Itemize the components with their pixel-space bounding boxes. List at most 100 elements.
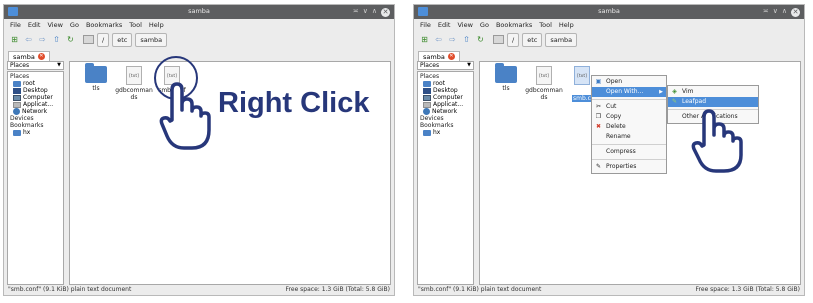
- maximize-icon[interactable]: ∧: [782, 6, 787, 17]
- shade-icon[interactable]: ≍: [763, 6, 769, 17]
- submenu-item-vim[interactable]: ◈ Vim: [668, 87, 758, 97]
- cut-icon: ✂: [595, 103, 602, 110]
- file-item-tls[interactable]: tls: [486, 63, 526, 92]
- sidebar-mode-select[interactable]: Places ▼: [7, 61, 64, 70]
- tab-samba[interactable]: samba ✕: [8, 51, 50, 61]
- sidebar-item-hx[interactable]: hx: [10, 129, 61, 136]
- network-icon: [423, 108, 430, 115]
- menu-bookmarks[interactable]: Bookmarks: [496, 21, 532, 29]
- pointing-hand-icon: [691, 109, 743, 173]
- menu-tool[interactable]: Tool: [129, 21, 142, 29]
- close-icon[interactable]: ✕: [381, 7, 390, 17]
- drive-icon: [493, 35, 504, 44]
- title-bar: samba ≍ ∨ ∧ ✕: [414, 5, 804, 19]
- text-file-icon: [txt]: [536, 66, 552, 85]
- reload-icon[interactable]: ↻: [65, 34, 76, 45]
- submenu-item-leafpad[interactable]: ✎ Leafpad: [668, 97, 758, 107]
- folder-icon: [495, 63, 517, 83]
- chevron-down-icon: ▼: [57, 62, 61, 68]
- maximize-icon[interactable]: ∧: [372, 6, 377, 17]
- sidebar-section-places: Places: [420, 73, 440, 80]
- sidebar-item-hx[interactable]: hx: [420, 129, 471, 136]
- sidebar-section-devices: Devices: [10, 115, 34, 122]
- menu-bookmarks[interactable]: Bookmarks: [86, 21, 122, 29]
- sidebar-item-applications[interactable]: Applicat...: [420, 101, 471, 108]
- sidebar: Places root Desktop Computer Applicat...…: [7, 71, 64, 285]
- menu-view[interactable]: View: [457, 21, 472, 29]
- forward-icon[interactable]: ⇨: [447, 34, 458, 45]
- sidebar-item-desktop[interactable]: Desktop: [420, 87, 471, 94]
- sidebar-item-network[interactable]: Network: [10, 108, 61, 115]
- menu-file[interactable]: File: [420, 21, 431, 29]
- status-free-space: Free space: 1.3 GiB (Total: 5.8 GiB): [285, 286, 390, 293]
- new-tab-icon[interactable]: ⊞: [419, 34, 430, 45]
- path-samba-button[interactable]: samba: [135, 32, 168, 47]
- status-bar: "smb.conf" (9.1 KiB) plain text document…: [4, 285, 394, 295]
- up-icon[interactable]: ⇧: [51, 34, 62, 45]
- menu-item-compress[interactable]: Compress: [592, 147, 666, 157]
- menu-item-delete[interactable]: ✖ Delete: [592, 122, 666, 132]
- sidebar-mode-select[interactable]: Places ▼: [417, 61, 474, 70]
- tab-samba[interactable]: samba ✕: [418, 51, 460, 61]
- sidebar-item-desktop[interactable]: Desktop: [10, 87, 61, 94]
- minimize-icon[interactable]: ∨: [363, 6, 368, 17]
- applications-icon: [423, 101, 431, 108]
- menu-go[interactable]: Go: [480, 21, 489, 29]
- close-icon[interactable]: ✕: [791, 7, 800, 17]
- menu-file[interactable]: File: [10, 21, 21, 29]
- sidebar-item-applications[interactable]: Applicat...: [10, 101, 61, 108]
- menu-help[interactable]: Help: [559, 21, 574, 29]
- menu-item-open-with[interactable]: Open With... ▶: [592, 87, 666, 97]
- text-file-icon: [txt]: [574, 66, 590, 85]
- tab-close-icon[interactable]: ✕: [37, 53, 45, 60]
- right-click-annotation: Right Click: [218, 87, 370, 119]
- sidebar-section-bookmarks: Bookmarks: [420, 122, 454, 129]
- path-etc-button[interactable]: etc: [522, 32, 543, 47]
- menu-item-rename[interactable]: Rename: [592, 132, 666, 142]
- path-root-button[interactable]: /: [97, 32, 110, 47]
- path-samba-button[interactable]: samba: [545, 32, 578, 47]
- new-tab-icon[interactable]: ⊞: [9, 34, 20, 45]
- desktop-icon: [423, 87, 431, 94]
- tab-bar: samba ✕: [414, 48, 804, 61]
- menu-help[interactable]: Help: [149, 21, 164, 29]
- menu-edit[interactable]: Edit: [28, 21, 41, 29]
- sidebar-item-computer[interactable]: Computer: [420, 94, 471, 101]
- up-icon[interactable]: ⇧: [461, 34, 472, 45]
- shade-icon[interactable]: ≍: [353, 6, 359, 17]
- folder-icon: [13, 129, 21, 136]
- file-item-gdbcommands[interactable]: [txt] gdbcommands: [114, 66, 154, 101]
- folder-icon: [13, 80, 21, 87]
- menu-go[interactable]: Go: [70, 21, 79, 29]
- forward-icon[interactable]: ⇨: [37, 34, 48, 45]
- menu-item-copy[interactable]: ❐ Copy: [592, 112, 666, 122]
- status-file-info: "smb.conf" (9.1 KiB) plain text document: [418, 286, 542, 293]
- menu-edit[interactable]: Edit: [438, 21, 451, 29]
- reload-icon[interactable]: ↻: [475, 34, 486, 45]
- menu-view[interactable]: View: [47, 21, 62, 29]
- file-item-tls[interactable]: tls: [76, 63, 116, 92]
- drive-icon: [83, 35, 94, 44]
- menu-item-open[interactable]: ▣ Open: [592, 77, 666, 87]
- back-icon[interactable]: ⇦: [433, 34, 444, 45]
- status-free-space: Free space: 1.3 GiB (Total: 5.8 GiB): [695, 286, 800, 293]
- minimize-icon[interactable]: ∨: [773, 6, 778, 17]
- delete-icon: ✖: [595, 123, 602, 130]
- sidebar-section-bookmarks: Bookmarks: [10, 122, 44, 129]
- back-icon[interactable]: ⇦: [23, 34, 34, 45]
- sidebar-item-network[interactable]: Network: [420, 108, 471, 115]
- menu-separator: [592, 159, 666, 160]
- path-etc-button[interactable]: etc: [112, 32, 133, 47]
- toolbar: ⊞ ⇦ ⇨ ⇧ ↻ / etc samba: [414, 31, 804, 48]
- path-root-button[interactable]: /: [507, 32, 520, 47]
- sidebar-item-computer[interactable]: Computer: [10, 94, 61, 101]
- menu-tool[interactable]: Tool: [539, 21, 552, 29]
- menu-item-cut[interactable]: ✂ Cut: [592, 102, 666, 112]
- sidebar-item-root[interactable]: root: [10, 80, 61, 87]
- sidebar-item-root[interactable]: root: [420, 80, 471, 87]
- tab-close-icon[interactable]: ✕: [447, 53, 455, 60]
- file-item-gdbcommands[interactable]: [txt] gdbcommands: [524, 66, 564, 101]
- menu-separator: [592, 99, 666, 100]
- title-bar: samba ≍ ∨ ∧ ✕: [4, 5, 394, 19]
- menu-item-properties[interactable]: ✎ Properties: [592, 162, 666, 172]
